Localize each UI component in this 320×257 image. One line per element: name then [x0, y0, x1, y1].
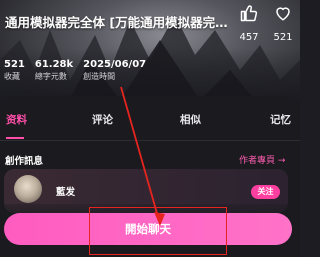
- tab-divider: [0, 140, 300, 141]
- heart-icon: [276, 7, 290, 21]
- stat-label: 收藏: [4, 72, 20, 81]
- like-count: 457: [239, 32, 259, 43]
- stat-favorites: 521 收藏: [4, 59, 25, 82]
- author-page-link[interactable]: 作者專頁 →: [239, 153, 285, 166]
- stats-row: 521 收藏 61.28k 總字元數 2025/06/07 創造時間: [4, 59, 146, 82]
- character-title: 通用模拟器完全体 [万能通用模拟器完…: [5, 15, 227, 30]
- like-action[interactable]: 457: [232, 4, 266, 43]
- avatar[interactable]: [14, 175, 42, 203]
- start-chat-button[interactable]: 開始聊天: [4, 213, 292, 245]
- stat-label: 總字元數: [34, 72, 67, 81]
- creator-section-title: 創作訊息: [5, 156, 44, 167]
- creator-name: 藍发: [56, 187, 76, 198]
- stat-char-count: 61.28k 總字元數: [35, 59, 73, 82]
- thumbs-up-icon: [240, 5, 258, 22]
- stat-value: 521: [4, 59, 25, 70]
- tab-similar[interactable]: 相似: [180, 112, 201, 127]
- stat-created: 2025/06/07 創造時間: [83, 59, 146, 82]
- favorite-action[interactable]: 521: [266, 4, 300, 43]
- stat-value: 61.28k: [34, 59, 74, 70]
- active-tab-indicator: [6, 137, 24, 139]
- stat-value: 2025/06/07: [83, 59, 147, 70]
- tab-info[interactable]: 资料: [6, 112, 27, 127]
- tab-comments[interactable]: 评论: [92, 112, 113, 127]
- header-actions: 457 521: [230, 4, 300, 48]
- stat-label: 創造時間: [83, 72, 116, 81]
- follow-button[interactable]: 关注: [251, 185, 280, 199]
- favorite-count: 521: [273, 32, 293, 43]
- tab-bar: 资料 评论 相似 记忆: [0, 112, 300, 136]
- tab-memory[interactable]: 记忆: [270, 112, 291, 127]
